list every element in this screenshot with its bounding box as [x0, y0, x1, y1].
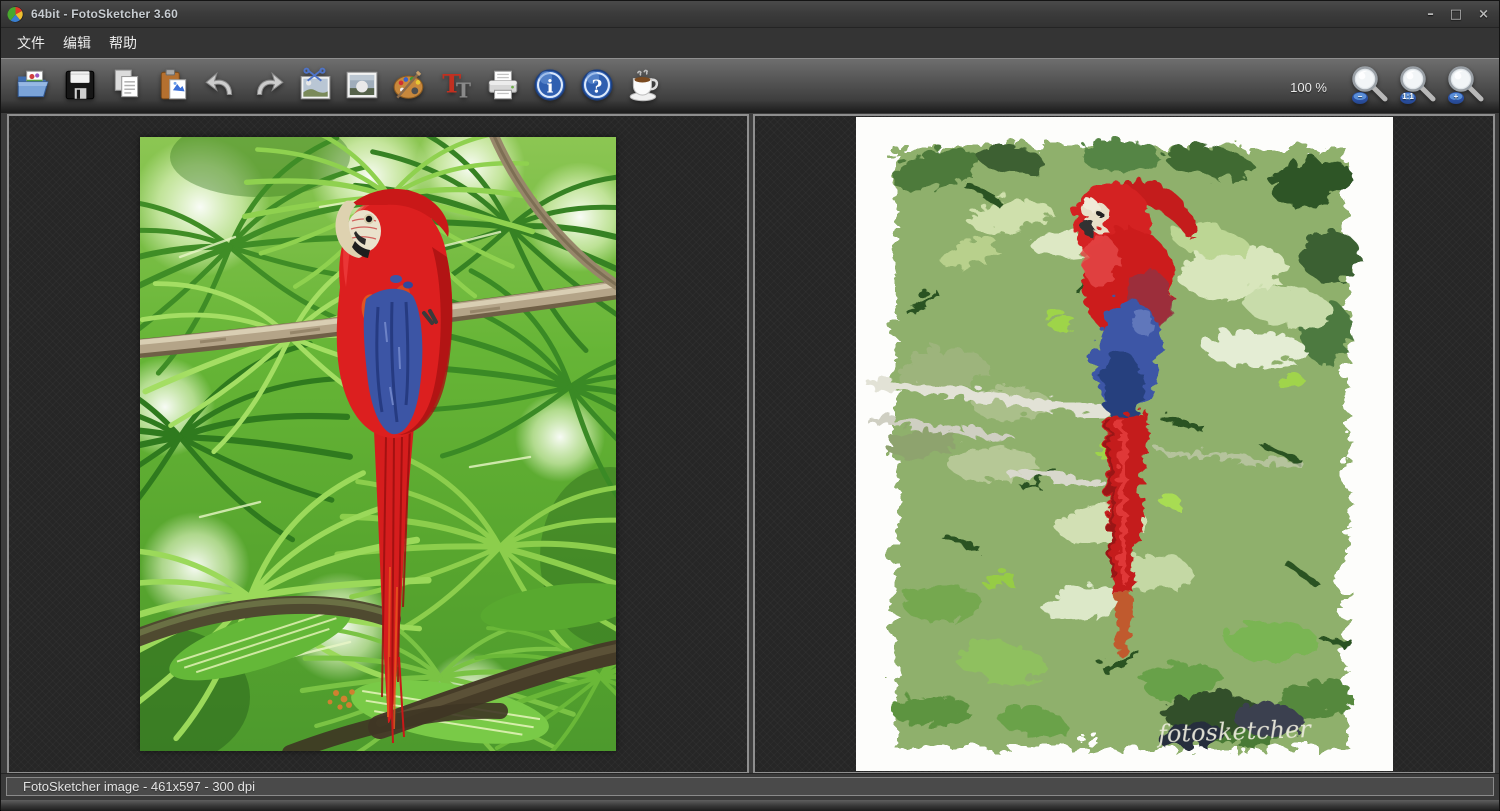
maximize-button[interactable]: □	[1450, 8, 1462, 21]
magnifier-minus-icon	[1349, 65, 1391, 109]
zoom-controls: − 1:1 +	[1349, 65, 1487, 109]
view-image-button[interactable]	[342, 64, 382, 106]
info-icon: i	[532, 67, 568, 103]
about-button[interactable]: i	[530, 64, 570, 106]
coffee-cup-icon	[626, 67, 662, 103]
toolbar: T T	[1, 58, 1499, 113]
original-photo[interactable]	[140, 137, 616, 751]
scissors-photo-icon	[297, 67, 333, 103]
zoom-actual-size-button[interactable]: 1:1	[1397, 65, 1439, 109]
redo-button[interactable]	[248, 64, 288, 106]
close-button[interactable]: ×	[1478, 8, 1489, 21]
zoom-in-button[interactable]: +	[1445, 65, 1487, 109]
folder-open-icon	[15, 67, 51, 103]
workspace: fotosketcher	[1, 113, 1499, 773]
window-frame-bottom	[1, 800, 1499, 811]
titlebar[interactable]: 64bit - FotoSketcher 3.60 – □ ×	[1, 1, 1499, 28]
help-icon: ?	[579, 67, 615, 103]
zoom-in-symbol: +	[1448, 92, 1464, 101]
printer-icon	[485, 67, 521, 103]
clipboard-paste-icon	[156, 67, 192, 103]
svg-text:T: T	[456, 79, 471, 103]
signature-text: fotosketcher	[1156, 715, 1313, 748]
minimize-button[interactable]: –	[1427, 8, 1434, 21]
floppy-disk-icon	[62, 67, 98, 103]
paste-button[interactable]	[154, 64, 194, 106]
redo-arrow-icon	[250, 67, 286, 103]
statusbar-field: FotoSketcher image - 461x597 - 300 dpi	[6, 777, 1494, 796]
zoom-out-button[interactable]: −	[1349, 65, 1391, 109]
result-image-panel[interactable]: fotosketcher	[753, 114, 1495, 774]
app-window: 64bit - FotoSketcher 3.60 – □ × 文件 编辑 帮助	[0, 0, 1500, 810]
drawing-parameters-button[interactable]	[389, 64, 429, 106]
text-icon: T T	[438, 67, 474, 103]
add-text-button[interactable]: T T	[436, 64, 476, 106]
menu-help[interactable]: 帮助	[107, 30, 139, 56]
save-image-button[interactable]	[60, 64, 100, 106]
app-logo-icon	[7, 6, 24, 23]
copy-pages-icon	[109, 67, 145, 103]
print-button[interactable]	[483, 64, 523, 106]
zoom-actual-size-symbol: 1:1	[1400, 92, 1416, 101]
svg-text:i: i	[547, 76, 554, 97]
window-title: 64bit - FotoSketcher 3.60	[31, 7, 178, 21]
photo-icon	[344, 67, 380, 103]
open-image-button[interactable]	[13, 64, 53, 106]
copy-button[interactable]	[107, 64, 147, 106]
undo-button[interactable]	[201, 64, 241, 106]
menubar: 文件 编辑 帮助	[1, 28, 1499, 58]
palette-icon	[391, 67, 427, 103]
zoom-level-label: 100 %	[1290, 80, 1327, 95]
help-button[interactable]: ?	[577, 64, 617, 106]
original-image-panel[interactable]	[7, 114, 749, 774]
undo-arrow-icon	[203, 67, 239, 103]
status-text: FotoSketcher image - 461x597 - 300 dpi	[23, 779, 255, 794]
edit-image-button[interactable]	[295, 64, 335, 106]
svg-text:?: ?	[592, 76, 603, 97]
donate-button[interactable]	[624, 64, 664, 106]
magnifier-actual-size-icon	[1397, 65, 1439, 109]
magnifier-plus-icon	[1445, 65, 1487, 109]
toolbar-buttons: T T	[13, 64, 664, 106]
zoom-out-symbol: −	[1352, 92, 1368, 101]
menu-edit[interactable]: 编辑	[61, 30, 93, 56]
menu-file[interactable]: 文件	[15, 30, 47, 56]
window-controls: – □ ×	[1427, 1, 1489, 28]
result-painting[interactable]: fotosketcher	[856, 117, 1393, 771]
statusbar: FotoSketcher image - 461x597 - 300 dpi	[1, 773, 1499, 800]
